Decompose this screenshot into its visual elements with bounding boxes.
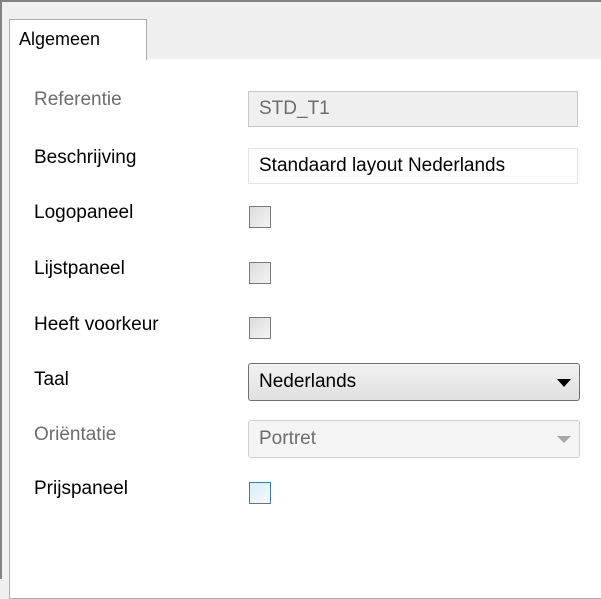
referentie-label: Referentie — [34, 89, 122, 110]
orientatie-dropdown: Portret — [248, 420, 580, 458]
beschrijving-field[interactable]: Standaard layout Nederlands — [248, 148, 578, 184]
heeft-voorkeur-checkbox[interactable] — [249, 317, 271, 339]
taal-dropdown[interactable]: Nederlands — [248, 363, 580, 401]
prijspaneel-checkbox[interactable] — [249, 482, 271, 504]
referentie-field: STD_T1 — [248, 91, 578, 127]
lijstpaneel-label: Lijstpaneel — [34, 258, 125, 279]
taal-selected-value: Nederlands — [259, 371, 357, 392]
orientatie-selected-value: Portret — [259, 428, 317, 449]
prijspaneel-label: Prijspaneel — [34, 478, 128, 499]
logopaneel-label: Logopaneel — [34, 202, 134, 223]
orientatie-label: Oriëntatie — [34, 424, 117, 445]
taal-label: Taal — [34, 369, 69, 390]
tab-algemeen[interactable]: Algemeen — [9, 19, 147, 60]
chevron-down-icon — [557, 379, 571, 387]
chevron-down-icon — [557, 436, 571, 443]
tab-algemeen-label: Algemeen — [19, 29, 101, 49]
beschrijving-label: Beschrijving — [34, 147, 137, 168]
heeft-voorkeur-label: Heeft voorkeur — [34, 314, 159, 335]
lijstpaneel-checkbox[interactable] — [249, 262, 271, 284]
logopaneel-checkbox[interactable] — [249, 206, 271, 228]
